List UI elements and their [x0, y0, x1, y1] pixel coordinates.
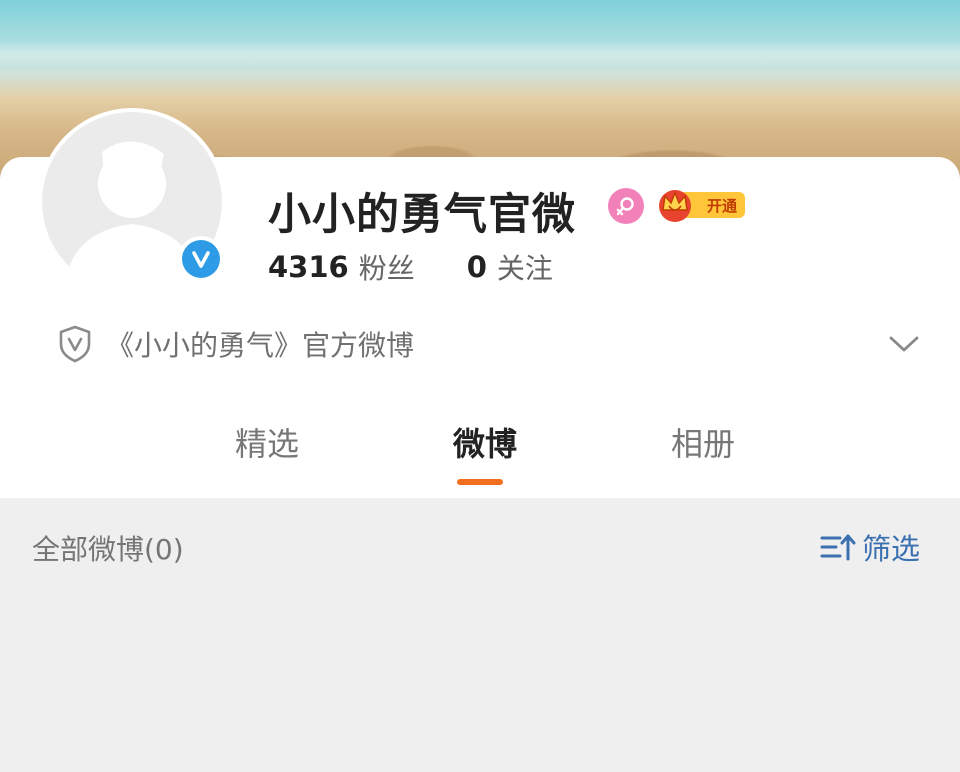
female-icon	[608, 188, 644, 224]
feed-title: 全部微博(0)	[32, 533, 184, 566]
vip-open-button[interactable]: 开通	[655, 184, 747, 224]
profile-intro[interactable]: 《小小的勇气》官方微博	[58, 322, 414, 366]
filter-icon	[820, 534, 856, 561]
profile-tabs: 精选 微博 相册	[0, 412, 960, 472]
tab-featured[interactable]: 精选	[197, 412, 337, 472]
verified-icon	[178, 236, 224, 282]
profile-name: 小小的勇气官微	[268, 190, 576, 240]
filter-button[interactable]: 筛选	[820, 525, 920, 569]
followers-label[interactable]: 粉丝	[359, 247, 415, 287]
filter-label: 筛选	[862, 532, 921, 566]
active-tab-indicator	[457, 479, 503, 485]
tab-album[interactable]: 相册	[633, 412, 773, 472]
followers-count[interactable]: 4316	[268, 250, 349, 284]
following-count[interactable]: 0	[467, 250, 487, 284]
chevron-down-icon[interactable]	[888, 330, 920, 358]
following-label[interactable]: 关注	[497, 247, 553, 287]
intro-text: 《小小的勇气》官方微博	[106, 329, 415, 362]
profile-stats: 4316 粉丝 0 关注	[268, 247, 553, 287]
shield-icon	[59, 325, 91, 363]
tab-weibo[interactable]: 微博	[415, 412, 555, 472]
vip-crown-icon	[659, 190, 691, 222]
